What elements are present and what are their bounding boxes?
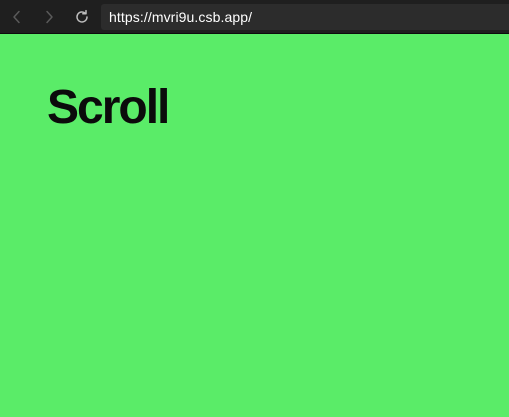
page-viewport[interactable]: Scroll — [0, 34, 509, 417]
reload-button[interactable] — [71, 6, 93, 28]
chevron-left-icon — [13, 10, 20, 24]
page-title: Scroll — [47, 81, 170, 134]
url-text: https://mvri9u.csb.app/ — [109, 9, 253, 25]
back-button[interactable] — [6, 6, 28, 28]
address-bar[interactable]: https://mvri9u.csb.app/ — [101, 4, 509, 30]
browser-toolbar: https://mvri9u.csb.app/ — [0, 0, 509, 34]
forward-button[interactable] — [38, 6, 60, 28]
reload-icon — [76, 9, 88, 23]
chevron-right-icon — [46, 10, 53, 24]
